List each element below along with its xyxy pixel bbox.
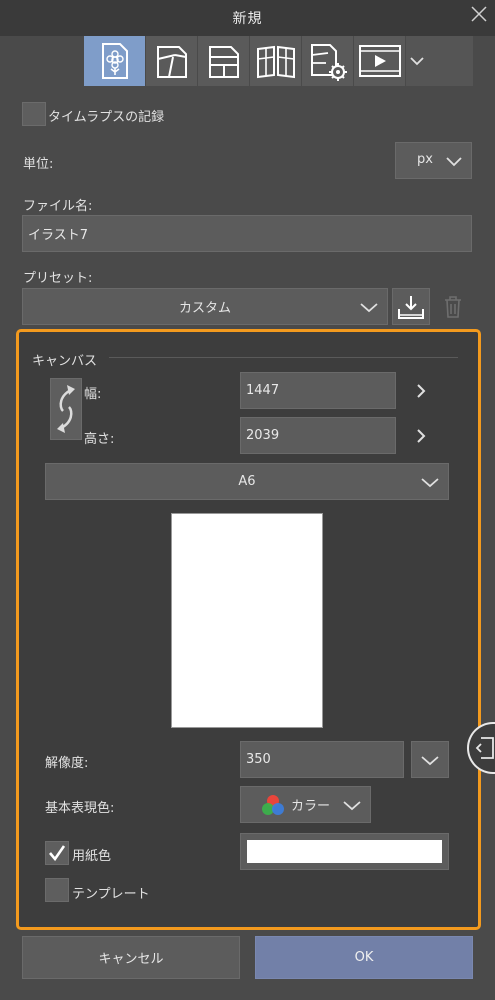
page-settings-type-button[interactable] — [302, 36, 354, 86]
comic-page-icon — [156, 46, 187, 78]
paper-color-checkbox-box[interactable] — [45, 841, 69, 865]
dialog-title: 新規 — [232, 11, 263, 27]
save-preset-button[interactable] — [392, 288, 430, 325]
timelapse-checkbox-box[interactable] — [22, 102, 46, 126]
trash-icon — [445, 295, 461, 318]
preset-dropdown[interactable]: カスタム — [22, 288, 388, 325]
book-type-button[interactable] — [250, 36, 302, 86]
unit-dropdown[interactable]: px — [395, 142, 472, 179]
height-label: 高さ: — [84, 432, 115, 447]
comic-spread-type-button[interactable] — [198, 36, 250, 86]
save-preset-icon — [398, 295, 424, 319]
width-label: 幅: — [84, 387, 102, 402]
panel-icon — [475, 737, 494, 759]
delete-preset-button[interactable] — [434, 288, 472, 325]
chevron-down-icon — [421, 477, 439, 487]
checkmark-icon — [49, 845, 66, 862]
ok-button[interactable]: OK — [255, 936, 473, 979]
resolution-dropdown[interactable] — [411, 741, 449, 778]
animation-icon — [358, 45, 401, 77]
paper-color-swatch — [247, 840, 442, 863]
document-type-strip — [84, 36, 473, 86]
chevron-down-icon — [360, 302, 378, 312]
size-preset-dropdown[interactable]: A6 — [45, 463, 449, 500]
canvas-divider — [109, 357, 458, 358]
paper-color-checkbox[interactable] — [45, 841, 69, 867]
preset-value: カスタム — [178, 301, 231, 316]
size-preset-value: A6 — [238, 474, 256, 489]
illustration-icon — [101, 43, 128, 79]
filename-label: ファイル名: — [23, 199, 93, 214]
filename-input[interactable]: イラスト7 — [22, 215, 472, 252]
unit-value: px — [417, 152, 433, 167]
color-mode-dropdown[interactable]: カラー — [240, 786, 371, 823]
unit-label: 単位: — [23, 157, 54, 172]
close-icon[interactable] — [469, 4, 489, 24]
chevron-down-icon — [421, 755, 439, 765]
canvas-preview — [171, 513, 323, 728]
chevron-down-icon — [409, 57, 424, 66]
timelapse-label: タイムラプスの記録 — [48, 110, 165, 125]
template-label: テンプレート — [72, 887, 150, 902]
height-arrow-icon[interactable] — [414, 427, 428, 445]
title-bar: 新規 — [0, 0, 495, 36]
swap-icon — [57, 385, 75, 433]
canvas-heading: キャンバス — [32, 354, 98, 369]
page-settings-icon — [310, 44, 347, 81]
chevron-down-icon — [446, 156, 462, 166]
color-mode-value: カラー — [291, 799, 331, 814]
resolution-label: 解像度: — [45, 756, 89, 771]
color-mode-label: 基本表現色: — [45, 801, 115, 816]
template-checkbox-box[interactable] — [45, 878, 69, 902]
height-input[interactable]: 2039 — [240, 417, 396, 454]
color-mode-icon — [262, 794, 284, 815]
comic-spread-icon — [208, 46, 239, 78]
animation-type-button[interactable] — [354, 36, 406, 86]
resolution-input[interactable]: 350 — [240, 741, 404, 778]
timelapse-checkbox[interactable] — [22, 102, 46, 130]
swap-dimensions-button[interactable] — [50, 378, 82, 440]
chevron-down-icon — [343, 800, 361, 810]
book-icon — [256, 45, 295, 79]
cancel-button[interactable]: キャンセル — [22, 936, 240, 979]
more-types-button[interactable] — [406, 36, 427, 86]
template-checkbox[interactable] — [45, 878, 69, 906]
width-input[interactable]: 1447 — [240, 372, 396, 409]
preset-label: プリセット: — [23, 271, 93, 286]
width-arrow-icon[interactable] — [414, 382, 428, 400]
paper-color-label: 用紙色 — [72, 849, 112, 864]
comic-type-button[interactable] — [146, 36, 198, 86]
illustration-type-button[interactable] — [84, 36, 146, 86]
paper-color-picker[interactable] — [240, 833, 449, 870]
